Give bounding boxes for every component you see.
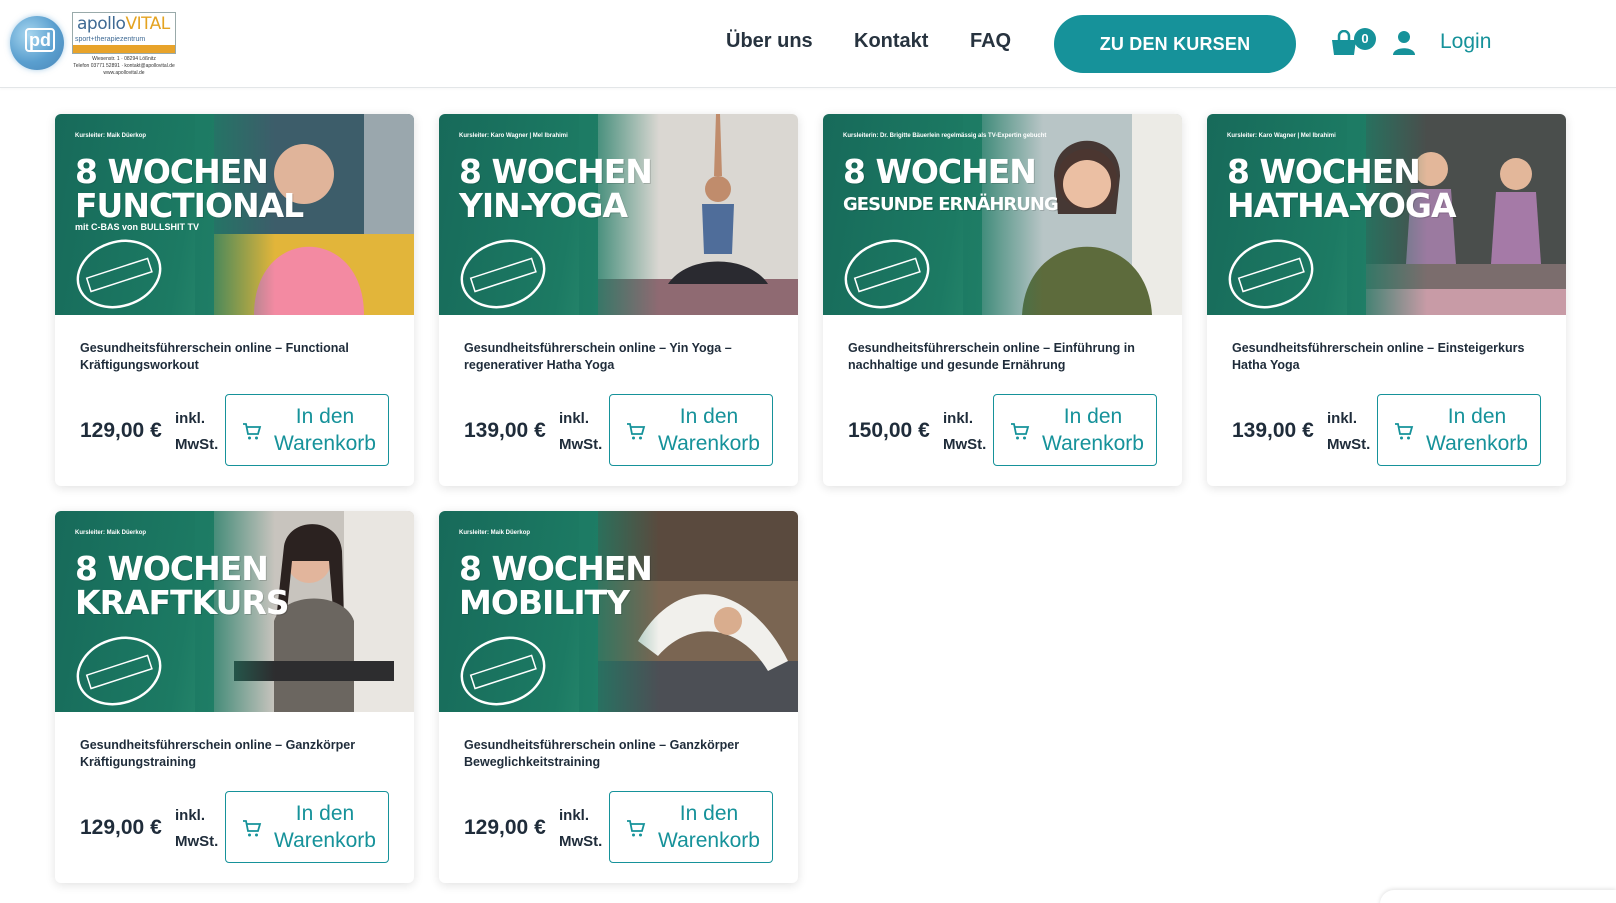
- tax-note: inkl. MwSt.: [559, 410, 603, 453]
- login-link[interactable]: Login: [1440, 30, 1491, 54]
- product-title[interactable]: Gesundheitsführerschein online – Functio…: [80, 340, 380, 374]
- add-to-cart-button[interactable]: In den Warenkorb: [1377, 394, 1541, 466]
- user-icon[interactable]: [1392, 30, 1416, 56]
- logo-address: Wiesenstr. 1 · 08294 Lößnitz Telefon 037…: [73, 56, 175, 76]
- add-to-cart-label: In den Warenkorb: [658, 405, 760, 455]
- courses-cta-button[interactable]: ZU DEN KURSEN: [1054, 15, 1296, 73]
- nav-kontakt[interactable]: Kontakt: [854, 30, 928, 53]
- product-price: 139,00 €: [1232, 419, 1314, 442]
- tax-note: inkl. MwSt.: [175, 410, 219, 453]
- product-title[interactable]: Gesundheitsführerschein online – Ganzkör…: [80, 737, 380, 771]
- logo-bar: [73, 45, 175, 53]
- site-header: pd apolloVITAL sport+therapiezentrum Wie…: [0, 0, 1616, 88]
- logo-name: apolloVITAL: [77, 14, 170, 34]
- add-to-cart-label: In den Warenkorb: [274, 802, 376, 852]
- product-price: 129,00 €: [80, 816, 162, 839]
- product-banner[interactable]: Kursleiter: Maik Düerkop 8 WOCHEN MOBILI…: [439, 511, 798, 712]
- add-to-cart-label: In den Warenkorb: [658, 802, 760, 852]
- course-leader: Kursleiter: Karo Wagner | Mel Ibrahimi: [1227, 133, 1336, 139]
- product-card: Kursleiterin: Dr. Brigitte Bäuerlein reg…: [823, 114, 1182, 486]
- product-card: Kursleiter: Karo Wagner | Mel Ibrahimi 8…: [439, 114, 798, 486]
- logo-subtitle: sport+therapiezentrum: [75, 36, 146, 43]
- add-to-cart-label: In den Warenkorb: [274, 405, 376, 455]
- certification-stamp-icon: [460, 636, 546, 706]
- product-banner[interactable]: Kursleiterin: Dr. Brigitte Bäuerlein reg…: [823, 114, 1182, 315]
- shopping-cart-icon: [1011, 423, 1030, 440]
- course-leader: Kursleiterin: Dr. Brigitte Bäuerlein reg…: [843, 133, 1047, 139]
- nav-ueber-uns[interactable]: Über uns: [726, 30, 813, 53]
- logo-mark-text: pd: [25, 28, 55, 52]
- course-leader: Kursleiter: Maik Düerkop: [75, 530, 147, 536]
- shopping-cart-icon: [1395, 423, 1414, 440]
- banner-line1: 8 WOCHEN: [843, 152, 1037, 191]
- certification-stamp-icon: [76, 636, 162, 706]
- add-to-cart-button[interactable]: In den Warenkorb: [609, 394, 773, 466]
- banner-tagline: mit C-BAS von BULLSHIT TV: [75, 222, 199, 232]
- product-price: 139,00 €: [464, 419, 546, 442]
- add-to-cart-button[interactable]: In den Warenkorb: [225, 791, 389, 863]
- banner-line2: FUNCTIONAL: [75, 186, 304, 225]
- certification-stamp-icon: [76, 239, 162, 309]
- product-banner[interactable]: Kursleiter: Maik Düerkop 8 WOCHEN KRAFTK…: [55, 511, 414, 712]
- product-banner[interactable]: Kursleiter: Maik Düerkop 8 WOCHEN FUNCTI…: [55, 114, 414, 315]
- certification-stamp-icon: [460, 239, 546, 309]
- product-price: 129,00 €: [464, 816, 546, 839]
- cart-count-badge[interactable]: 0: [1354, 28, 1376, 50]
- banner-line2: HATHA-YOGA: [1227, 186, 1457, 225]
- course-leader: Kursleiter: Maik Düerkop: [459, 530, 531, 536]
- tax-note: inkl. MwSt.: [1327, 410, 1371, 453]
- add-to-cart-label: In den Warenkorb: [1042, 405, 1144, 455]
- shopping-cart-icon: [243, 423, 262, 440]
- banner-line2: KRAFTKURS: [75, 583, 290, 622]
- product-title[interactable]: Gesundheitsführerschein online – Ganzkör…: [464, 737, 764, 771]
- tax-note: inkl. MwSt.: [175, 807, 219, 850]
- tax-note: inkl. MwSt.: [943, 410, 987, 453]
- tax-note: inkl. MwSt.: [559, 807, 603, 850]
- add-to-cart-button[interactable]: In den Warenkorb: [225, 394, 389, 466]
- banner-line2: YIN-YOGA: [459, 186, 628, 225]
- product-price: 150,00 €: [848, 419, 930, 442]
- product-price: 129,00 €: [80, 419, 162, 442]
- product-title[interactable]: Gesundheitsführerschein online – Einführ…: [848, 340, 1148, 374]
- certification-stamp-icon: [844, 239, 930, 309]
- brand-logo-mark[interactable]: pd: [10, 16, 64, 70]
- course-leader: Kursleiter: Maik Düerkop: [75, 133, 147, 139]
- product-card: Kursleiter: Maik Düerkop 8 WOCHEN MOBILI…: [439, 511, 798, 883]
- add-to-cart-button[interactable]: In den Warenkorb: [609, 791, 773, 863]
- product-card: Kursleiter: Maik Düerkop 8 WOCHEN KRAFTK…: [55, 511, 414, 883]
- nav-faq[interactable]: FAQ: [970, 30, 1011, 53]
- product-banner[interactable]: Kursleiter: Karo Wagner | Mel Ibrahimi 8…: [1207, 114, 1566, 315]
- banner-line2: MOBILITY: [459, 583, 630, 622]
- shopping-cart-icon: [627, 423, 646, 440]
- certification-stamp-icon: [1228, 239, 1314, 309]
- course-leader: Kursleiter: Karo Wagner | Mel Ibrahimi: [459, 133, 568, 139]
- add-to-cart-button[interactable]: In den Warenkorb: [993, 394, 1157, 466]
- product-title[interactable]: Gesundheitsführerschein online – Einstei…: [1232, 340, 1532, 374]
- product-banner[interactable]: Kursleiter: Karo Wagner | Mel Ibrahimi 8…: [439, 114, 798, 315]
- shopping-cart-icon: [627, 820, 646, 837]
- add-to-cart-label: In den Warenkorb: [1426, 405, 1528, 455]
- product-title[interactable]: Gesundheitsführerschein online – Yin Yog…: [464, 340, 764, 374]
- floating-widget-edge: [1380, 890, 1616, 903]
- shopping-cart-icon: [243, 820, 262, 837]
- brand-logo[interactable]: apolloVITAL sport+therapiezentrum: [72, 12, 176, 54]
- product-card: Kursleiter: Karo Wagner | Mel Ibrahimi 8…: [1207, 114, 1566, 486]
- banner-line2: GESUNDE ERNÄHRUNG: [843, 194, 1059, 215]
- product-card: Kursleiter: Maik Düerkop 8 WOCHEN FUNCTI…: [55, 114, 414, 486]
